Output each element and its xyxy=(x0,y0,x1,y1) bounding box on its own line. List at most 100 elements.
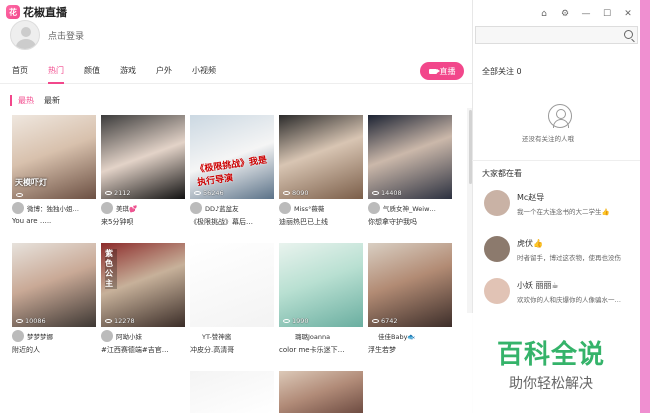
live-thumbnail[interactable] xyxy=(279,371,363,413)
viewer-count: 1990 xyxy=(283,317,309,325)
live-thumbnail[interactable]: 14408 xyxy=(368,115,452,199)
live-card[interactable]: 2112 美琪💕 来5分钟呗 xyxy=(101,115,185,233)
host-info[interactable]: YT-赞神酱 xyxy=(190,329,274,343)
live-thumbnail[interactable]: 10086 xyxy=(12,243,96,327)
live-thumbnail[interactable] xyxy=(190,371,274,413)
host-info[interactable]: DD♪蓝盆友 xyxy=(190,201,274,215)
host-name: 梦梦梦娜 xyxy=(27,333,53,341)
host-info[interactable]: 阿呦小妹 xyxy=(101,329,185,343)
popular-avatar[interactable] xyxy=(484,236,510,262)
host-avatar xyxy=(12,202,24,214)
viewer-count: 2112 xyxy=(105,189,131,197)
tab-short-video[interactable]: 小视频 xyxy=(192,58,216,84)
popular-item[interactable]: 虎伏👍 时者留手，博过这衣物，使再也没伤 xyxy=(480,234,638,272)
popular-avatar[interactable] xyxy=(484,278,510,304)
avatar-icon[interactable] xyxy=(10,20,40,50)
tab-beauty[interactable]: 颜值 xyxy=(84,58,100,84)
host-name: 阿呦小妹 xyxy=(116,333,142,341)
camera-icon xyxy=(428,68,440,74)
live-title: 冲皮分.高清哥 xyxy=(190,346,235,354)
host-name: 美琪💕 xyxy=(116,205,138,213)
tab-hot[interactable]: 热门 xyxy=(48,58,64,84)
host-avatar xyxy=(101,202,113,214)
popular-desc: 我一个在大连念书的大二学生👍 xyxy=(517,208,610,216)
host-info[interactable]: 佳佳Baby🐟 xyxy=(368,329,452,343)
viewer-count: 56246 xyxy=(194,189,224,197)
popular-item[interactable]: Mc赵导 我一个在大连念书的大二学生👍 xyxy=(480,188,638,226)
live-thumbnail[interactable]: 《极限挑战》我是执行导演 56246 xyxy=(190,115,274,199)
popular-item[interactable]: 小妖 丽丽☕ 欢欢你的人和庆爆你的人像骗水一… xyxy=(480,276,638,314)
live-card[interactable]: 8090 Miss°薇薇 迪丽热巴已上线 xyxy=(279,115,363,233)
host-info[interactable]: 气质女神_Weiw… xyxy=(368,201,452,215)
live-thumbnail[interactable]: 2112 xyxy=(101,115,185,199)
live-card[interactable]: 紫色公主 12278 阿呦小妹 #江西赛德端#吉官… xyxy=(101,243,185,361)
sidebar-divider xyxy=(472,160,640,161)
gear-icon[interactable]: ⚙ xyxy=(559,8,571,20)
home-icon[interactable]: ⌂ xyxy=(538,8,550,20)
host-avatar xyxy=(12,330,24,342)
viewer-icon xyxy=(16,319,23,323)
host-name: 微博：独独小姐… xyxy=(27,205,79,213)
sort-hottest[interactable]: 最热 xyxy=(18,95,34,106)
live-card[interactable] xyxy=(190,371,274,413)
tab-home[interactable]: 首页 xyxy=(12,58,28,84)
live-thumbnail[interactable]: 6742 xyxy=(368,243,452,327)
host-info[interactable]: 梦梦梦娜 xyxy=(12,329,96,343)
search-input[interactable] xyxy=(475,26,638,44)
host-avatar xyxy=(190,202,202,214)
live-title: 附近的人 xyxy=(12,346,40,354)
thumbnail-caption: 紫色公主 xyxy=(105,249,117,289)
viewer-count: 12278 xyxy=(105,317,135,325)
watermark-title: 百科全说 xyxy=(496,339,605,370)
live-title: 浮生若梦 xyxy=(368,346,396,354)
login-area[interactable]: 点击登录 xyxy=(10,20,84,50)
viewer-count: 8090 xyxy=(283,189,309,197)
viewer-count xyxy=(16,193,25,197)
minimize-icon[interactable]: — xyxy=(580,8,592,20)
viewer-icon xyxy=(105,319,112,323)
live-title: 迪丽热巴已上线 xyxy=(279,218,328,226)
popular-name: 虎伏👍 xyxy=(517,239,543,248)
host-info[interactable]: Miss°薇薇 xyxy=(279,201,363,215)
live-card[interactable]: 天模吓灯 微博：独独小姐… You are ….. xyxy=(12,115,96,233)
host-name: Miss°薇薇 xyxy=(294,205,325,213)
live-thumbnail[interactable]: 1990 xyxy=(279,243,363,327)
popular-avatar[interactable] xyxy=(484,190,510,216)
live-card[interactable]: 6742 佳佳Baby🐟 浮生若梦 xyxy=(368,243,452,361)
app-name: 花椒直播 xyxy=(23,6,67,19)
logo-badge: 花 xyxy=(6,5,20,19)
live-card[interactable]: 10086 梦梦梦娜 附近的人 xyxy=(12,243,96,361)
empty-follow-text: 还没有关注的人哦 xyxy=(522,135,574,143)
close-icon[interactable]: ✕ xyxy=(622,8,634,20)
host-info[interactable]: 璐璐Joanna xyxy=(279,329,363,343)
category-tabs: 首页 热门 颜值 游戏 户外 小视频 xyxy=(0,58,472,84)
desktop-edge xyxy=(640,0,650,413)
live-thumbnail[interactable] xyxy=(190,243,274,327)
viewer-icon xyxy=(372,319,379,323)
host-info[interactable]: 美琪💕 xyxy=(101,201,185,215)
live-card[interactable]: 1990 璐璐Joanna color me卡乐迷下… xyxy=(279,243,363,361)
live-thumbnail[interactable]: 8090 xyxy=(279,115,363,199)
tab-outdoor[interactable]: 户外 xyxy=(156,58,172,84)
sort-newest[interactable]: 最新 xyxy=(44,95,60,106)
go-live-button[interactable]: 直播 xyxy=(420,62,464,80)
search-icon[interactable] xyxy=(624,30,633,39)
live-card[interactable] xyxy=(279,371,363,413)
live-card[interactable]: 《极限挑战》我是执行导演 56246 DD♪蓝盆友 《极限挑战》幕后… xyxy=(190,115,274,233)
following-title: 全部关注 0 xyxy=(482,67,522,76)
app-window: 花 花椒直播 点击登录 首页 热门 颜值 游戏 户外 小视频 直播 最热 最新 xyxy=(0,0,650,413)
tab-games[interactable]: 游戏 xyxy=(120,58,136,84)
live-title: #江西赛德端#吉官… xyxy=(101,346,169,354)
live-thumbnail[interactable]: 紫色公主 12278 xyxy=(101,243,185,327)
live-card[interactable]: 14408 气质女神_Weiw… 你想拿守护我吗 xyxy=(368,115,452,233)
live-title: 来5分钟呗 xyxy=(101,218,134,226)
live-room-grid: 天模吓灯 微博：独独小姐… You are ….. 2112 美琪💕 来5分钟呗… xyxy=(12,115,464,413)
live-card[interactable]: YT-赞神酱 冲皮分.高清哥 xyxy=(190,243,274,361)
live-title: You are ….. xyxy=(12,217,52,225)
host-info[interactable]: 微博：独独小姐… xyxy=(12,201,96,215)
watermark-subtitle: 助你轻松解决 xyxy=(509,375,593,392)
login-link[interactable]: 点击登录 xyxy=(48,29,84,42)
maximize-icon[interactable]: ☐ xyxy=(601,8,613,20)
go-live-label: 直播 xyxy=(439,66,456,76)
live-thumbnail[interactable]: 天模吓灯 xyxy=(12,115,96,199)
